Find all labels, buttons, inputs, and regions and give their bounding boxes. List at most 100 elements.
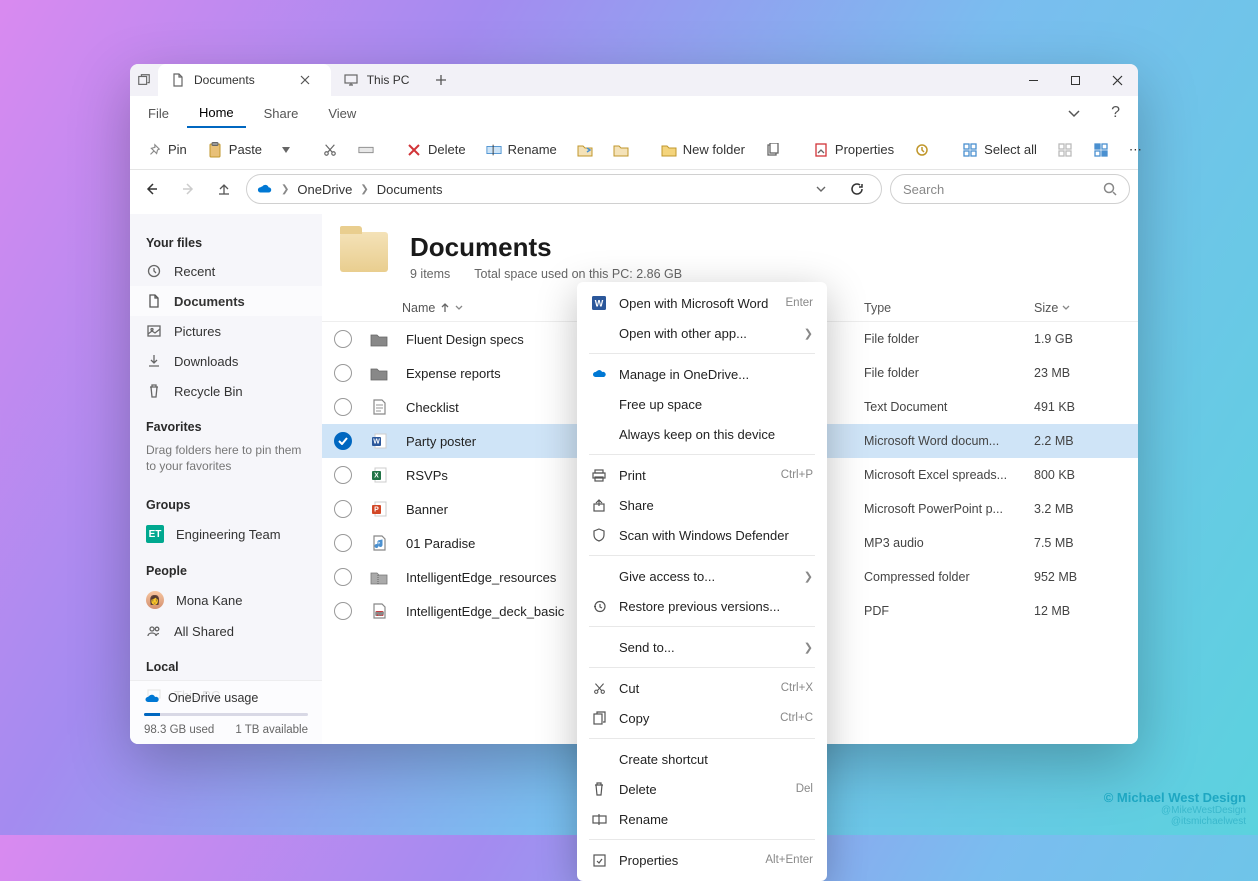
close-tab-button[interactable]: [293, 75, 317, 85]
move-to-button[interactable]: [569, 138, 601, 162]
pin-button[interactable]: Pin: [138, 138, 195, 162]
tabs-dropdown[interactable]: [130, 64, 158, 96]
trash-icon: [146, 383, 162, 399]
document-icon: [146, 293, 162, 309]
ctx-share[interactable]: Share: [577, 490, 827, 520]
cut-button[interactable]: [314, 138, 346, 162]
breadcrumb-folder[interactable]: Documents: [377, 182, 443, 197]
minimize-button[interactable]: [1012, 64, 1054, 96]
ctx-properties[interactable]: PropertiesAlt+Enter: [577, 845, 827, 875]
sidebar-head-groups: Groups: [130, 492, 322, 518]
overflow-button[interactable]: ⋯: [1121, 138, 1150, 162]
properties-button[interactable]: Properties: [805, 138, 902, 162]
sidebar-item-recycle-bin[interactable]: Recycle Bin: [130, 376, 322, 406]
row-checkbox[interactable]: [334, 568, 352, 586]
ctx-copy[interactable]: CopyCtrl+C: [577, 703, 827, 733]
menu-file[interactable]: File: [136, 100, 181, 127]
help-button[interactable]: ?: [1099, 98, 1132, 128]
sidebar-item-all-shared[interactable]: All Shared: [130, 616, 322, 646]
ctx-free-up-space[interactable]: Free up space: [577, 389, 827, 419]
close-window-button[interactable]: [1096, 64, 1138, 96]
file-type-icon: [368, 535, 390, 551]
menu-view[interactable]: View: [316, 100, 368, 127]
invert-selection-button[interactable]: [1085, 138, 1117, 162]
delete-icon: [406, 142, 422, 158]
new-folder-button[interactable]: New folder: [653, 138, 753, 162]
select-none-button[interactable]: [1049, 138, 1081, 162]
row-checkbox[interactable]: [334, 534, 352, 552]
menu-share[interactable]: Share: [252, 100, 311, 127]
paste-button[interactable]: Paste: [199, 138, 270, 162]
onedrive-icon: [257, 181, 273, 197]
sidebar-item-engineering-team[interactable]: ETEngineering Team: [130, 518, 322, 550]
scissors-icon: [591, 680, 607, 696]
search-input[interactable]: Search: [890, 174, 1130, 204]
sidebar-item-pictures[interactable]: Pictures: [130, 316, 322, 346]
new-item-button[interactable]: [757, 138, 789, 162]
sidebar: Your files Recent Documents Pictures Dow…: [130, 214, 322, 744]
download-icon: [146, 353, 162, 369]
monitor-icon: [343, 72, 359, 88]
row-checkbox[interactable]: [334, 398, 352, 416]
file-type: Microsoft Word docum...: [864, 434, 1034, 448]
rename-icon: [486, 142, 502, 158]
tab-this-pc[interactable]: This PC: [331, 64, 424, 96]
ctx-create-shortcut[interactable]: Create shortcut: [577, 744, 827, 774]
addressbar[interactable]: ❯ OneDrive ❯ Documents: [246, 174, 882, 204]
copy-path-button[interactable]: [350, 138, 382, 162]
ribbon-collapse-button[interactable]: [1055, 102, 1093, 124]
ctx-always-keep[interactable]: Always keep on this device: [577, 419, 827, 449]
row-checkbox[interactable]: [334, 602, 352, 620]
column-type[interactable]: Type: [864, 301, 1034, 315]
sidebar-item-downloads[interactable]: Downloads: [130, 346, 322, 376]
chevron-right-icon: ❯: [804, 641, 813, 654]
row-checkbox[interactable]: [334, 364, 352, 382]
paste-dropdown[interactable]: [274, 143, 298, 157]
ctx-delete[interactable]: DeleteDel: [577, 774, 827, 804]
nav-forward-button[interactable]: [174, 175, 202, 203]
history-button[interactable]: [906, 138, 938, 162]
ctx-give-access[interactable]: Give access to...❯: [577, 561, 827, 591]
folder-icon: [661, 142, 677, 158]
explorer-window: Documents This PC File Home Share View ?…: [130, 64, 1138, 744]
refresh-button[interactable]: [843, 175, 871, 203]
onedrive-usage[interactable]: OneDrive usage 98.3 GB used1 TB availabl…: [130, 680, 322, 744]
invert-icon: [1093, 142, 1109, 158]
ctx-cut[interactable]: CutCtrl+X: [577, 673, 827, 703]
addressbar-dropdown[interactable]: [807, 175, 835, 203]
row-checkbox[interactable]: [334, 330, 352, 348]
nav-up-button[interactable]: [210, 175, 238, 203]
ctx-open-other[interactable]: Open with other app...❯: [577, 318, 827, 348]
tab-documents[interactable]: Documents: [158, 64, 331, 96]
file-size: 800 KB: [1034, 468, 1114, 482]
group-chip: ET: [146, 525, 164, 543]
row-checkbox[interactable]: [334, 500, 352, 518]
toolbar: Pin Paste Delete Rename New folder Prope…: [130, 130, 1138, 170]
maximize-button[interactable]: [1054, 64, 1096, 96]
copy-to-icon: [613, 142, 629, 158]
sidebar-item-documents[interactable]: Documents: [130, 286, 322, 316]
ctx-restore-versions[interactable]: Restore previous versions...: [577, 591, 827, 621]
delete-button[interactable]: Delete: [398, 138, 474, 162]
column-size[interactable]: Size: [1034, 301, 1114, 315]
ctx-print[interactable]: PrintCtrl+P: [577, 460, 827, 490]
ctx-scan-defender[interactable]: Scan with Windows Defender: [577, 520, 827, 550]
ctx-send-to[interactable]: Send to...❯: [577, 632, 827, 662]
sidebar-item-recent[interactable]: Recent: [130, 256, 322, 286]
select-all-button[interactable]: Select all: [954, 138, 1045, 162]
ctx-rename[interactable]: Rename: [577, 804, 827, 834]
menu-home[interactable]: Home: [187, 99, 246, 128]
ctx-open-word[interactable]: WOpen with Microsoft WordEnter: [577, 288, 827, 318]
copy-to-button[interactable]: [605, 138, 637, 162]
new-tab-button[interactable]: [423, 64, 459, 96]
sidebar-item-mona-kane[interactable]: 👩Mona Kane: [130, 584, 322, 616]
file-size: 7.5 MB: [1034, 536, 1114, 550]
ctx-manage-onedrive[interactable]: Manage in OneDrive...: [577, 359, 827, 389]
row-checkbox[interactable]: [334, 432, 352, 450]
row-checkbox[interactable]: [334, 466, 352, 484]
nav-back-button[interactable]: [138, 175, 166, 203]
breadcrumb-root[interactable]: OneDrive: [297, 182, 352, 197]
svg-text:W: W: [373, 439, 380, 446]
sidebar-head-people: People: [130, 558, 322, 584]
rename-button[interactable]: Rename: [478, 138, 565, 162]
